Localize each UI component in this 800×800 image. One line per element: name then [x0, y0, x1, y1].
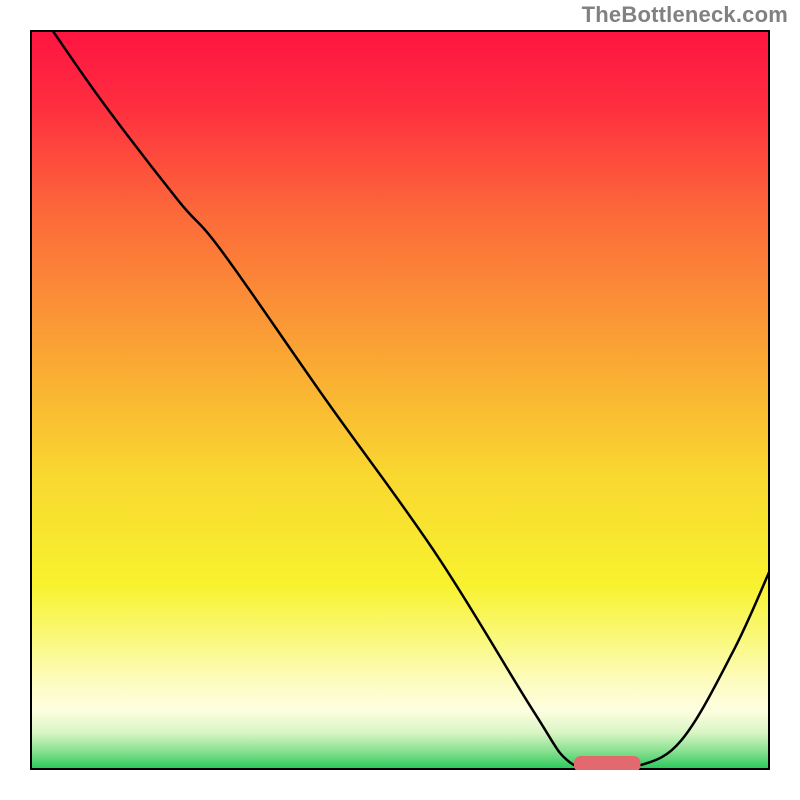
chart-svg: [30, 30, 770, 770]
optimal-range-marker: [574, 756, 641, 770]
plot-area: [30, 30, 770, 770]
watermark-text: TheBottleneck.com: [582, 2, 788, 28]
chart-container: TheBottleneck.com: [0, 0, 800, 800]
gradient-background: [30, 30, 770, 770]
